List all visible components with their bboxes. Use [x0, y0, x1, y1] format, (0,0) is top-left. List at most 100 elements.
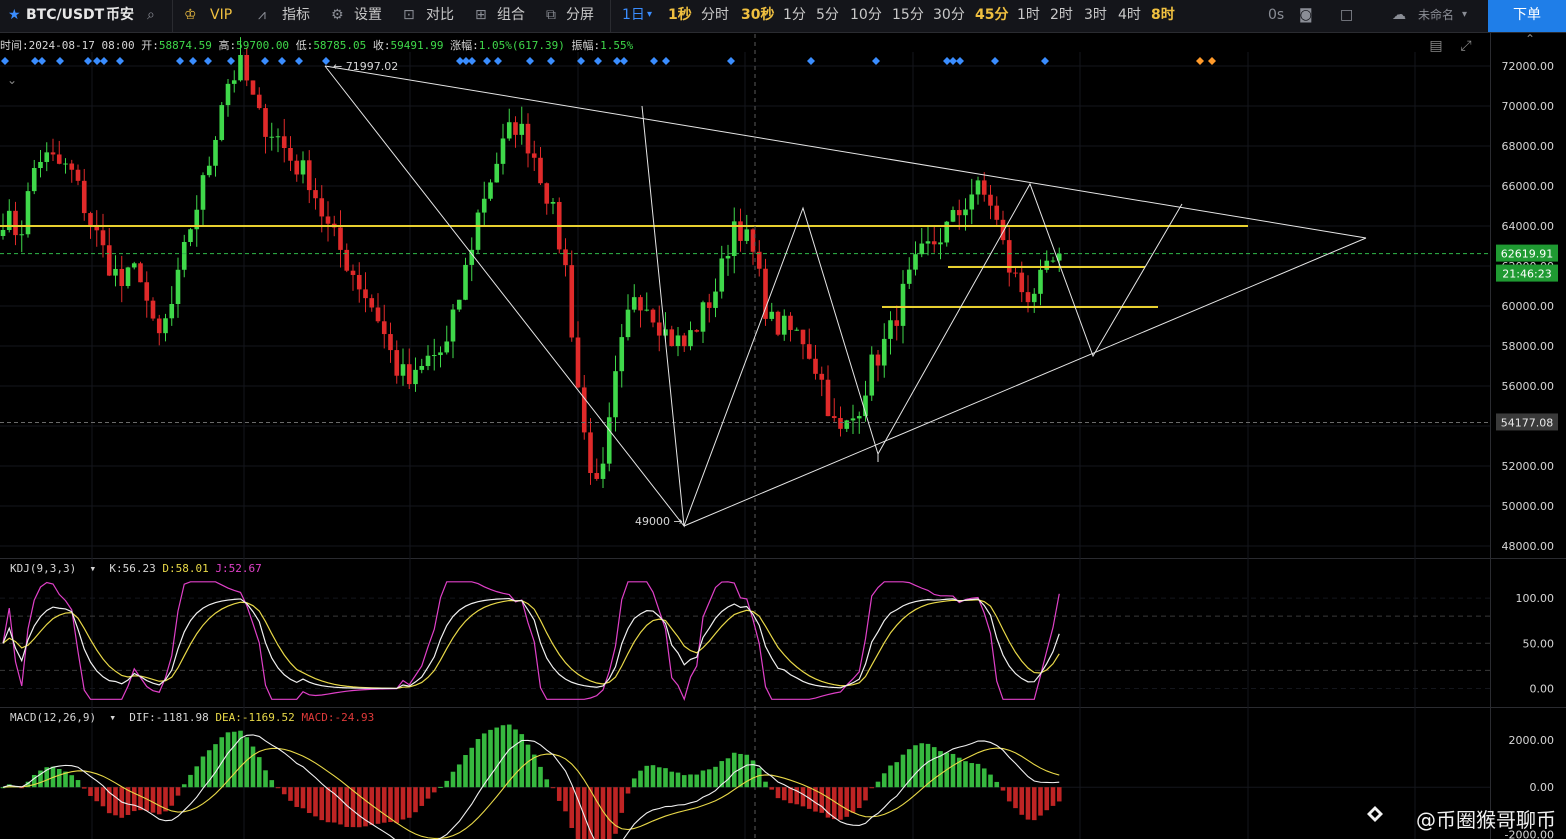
candle-body	[69, 163, 75, 170]
signal-marker	[1041, 57, 1049, 65]
macd-histogram-bar	[875, 781, 881, 788]
signal-marker	[1, 57, 9, 65]
layers-icon: ▤	[1429, 38, 1442, 54]
candle-body	[825, 379, 831, 417]
candle-body	[1044, 260, 1050, 270]
macd-histogram-bar	[1038, 787, 1043, 816]
candle-body	[231, 80, 237, 84]
candle-body	[206, 165, 212, 176]
candle-body	[388, 334, 393, 351]
collapse-icon: ⌃	[1525, 32, 1535, 46]
macd-histogram-bar	[556, 787, 562, 801]
chevron-down-icon[interactable]: ▾	[103, 711, 123, 724]
high-price-annotation: ← 71997.02	[333, 60, 398, 73]
signal-marker	[949, 57, 957, 65]
signal-marker	[662, 57, 670, 65]
open-label: 开:	[141, 39, 159, 52]
candle-body	[913, 254, 918, 270]
macd-histogram-bar	[969, 763, 975, 788]
macd-histogram-bar	[200, 756, 206, 788]
price-tick-label: 50000.00	[1502, 500, 1555, 513]
signal-marker	[100, 57, 108, 65]
macd-histogram-bar	[775, 787, 781, 799]
candle-body	[775, 311, 781, 335]
macd-histogram-bar	[550, 787, 556, 789]
signal-marker	[727, 57, 735, 65]
candle-body	[400, 364, 406, 376]
macd-histogram-bar	[531, 754, 537, 788]
macd-histogram-bar	[463, 755, 468, 788]
candle-body	[306, 160, 312, 191]
price-tick-label: 52000.00	[1502, 460, 1555, 473]
wave-zigzag-line	[324, 65, 1183, 528]
candle-body	[19, 234, 25, 236]
candle-body	[50, 152, 56, 155]
candle-body	[675, 335, 681, 347]
macd-histogram-bar	[406, 787, 412, 818]
macd-histogram-bar	[513, 729, 518, 788]
candle-body	[1025, 292, 1031, 303]
macd-histogram-bar	[725, 758, 731, 788]
macd-name[interactable]: MACD(12,26,9)	[10, 711, 96, 724]
kdj-name[interactable]: KDJ(9,3,3)	[10, 562, 76, 575]
candle-body	[794, 329, 800, 331]
signal-marker	[468, 57, 476, 65]
candle-body	[344, 249, 350, 271]
macd-histogram-bar	[444, 780, 450, 788]
macd-histogram-bar	[288, 787, 293, 801]
candle-body	[25, 191, 31, 235]
signal-marker	[31, 57, 39, 65]
kdj-k-value: K:56.23	[109, 562, 156, 575]
macd-histogram-bar	[394, 787, 400, 824]
candle-body	[631, 297, 637, 310]
candle-body	[963, 209, 968, 216]
price-tick-label: 56000.00	[1502, 380, 1555, 393]
candle-body	[481, 198, 487, 213]
candle-body	[1019, 272, 1025, 293]
candle-body	[44, 152, 50, 162]
macd-histogram-bar	[375, 787, 381, 824]
macd-histogram-bar	[675, 772, 681, 788]
macd-histogram-bar	[319, 787, 325, 821]
macd-histogram-bar	[325, 787, 331, 823]
candle-body	[613, 371, 618, 418]
macd-histogram-bar	[1013, 787, 1018, 809]
macd-histogram-bar	[169, 787, 175, 806]
candle-body	[444, 341, 450, 353]
macd-histogram-bar	[681, 775, 687, 788]
macd-histogram-bar	[975, 763, 981, 788]
macd-histogram-bar	[419, 787, 425, 806]
macd-histogram-bar	[838, 787, 843, 820]
candle-body	[719, 258, 725, 292]
candle-body	[919, 243, 925, 255]
candle-body	[406, 364, 412, 385]
kdj-tick-label: 0.00	[1530, 682, 1555, 695]
candle-body	[900, 283, 906, 326]
candle-body	[250, 80, 256, 95]
candle-body	[850, 418, 856, 421]
high-label: 高:	[218, 39, 237, 52]
candle-body	[519, 123, 525, 135]
signal-marker	[322, 57, 330, 65]
signal-marker	[38, 57, 46, 65]
candle-body	[856, 416, 862, 419]
candle-body	[838, 418, 843, 429]
kdj-legend: KDJ(9,3,3) ▾ K:56.23 D:58.01 J:52.67	[10, 562, 262, 575]
lower-trendline	[683, 237, 1367, 527]
signal-marker	[991, 57, 999, 65]
price-tick-label: 72000.00	[1502, 60, 1555, 73]
candle-body	[225, 83, 231, 106]
macd-histogram-bar	[231, 731, 237, 788]
time-value: 2024-08-17 08:00	[28, 39, 135, 52]
chevron-down-icon[interactable]: ▾	[83, 562, 103, 575]
macd-histogram-bar	[731, 752, 737, 788]
candle-body	[325, 216, 331, 224]
low-price-annotation: 49000 →	[635, 515, 683, 528]
macd-histogram-bar	[431, 787, 437, 793]
candle-body	[513, 122, 518, 135]
macd-histogram-bar	[638, 770, 643, 788]
macd-histogram-bar	[475, 739, 481, 788]
price-tick-label: 60000.00	[1502, 300, 1555, 313]
candle-body	[969, 194, 975, 210]
macd-histogram-bar	[194, 766, 200, 788]
